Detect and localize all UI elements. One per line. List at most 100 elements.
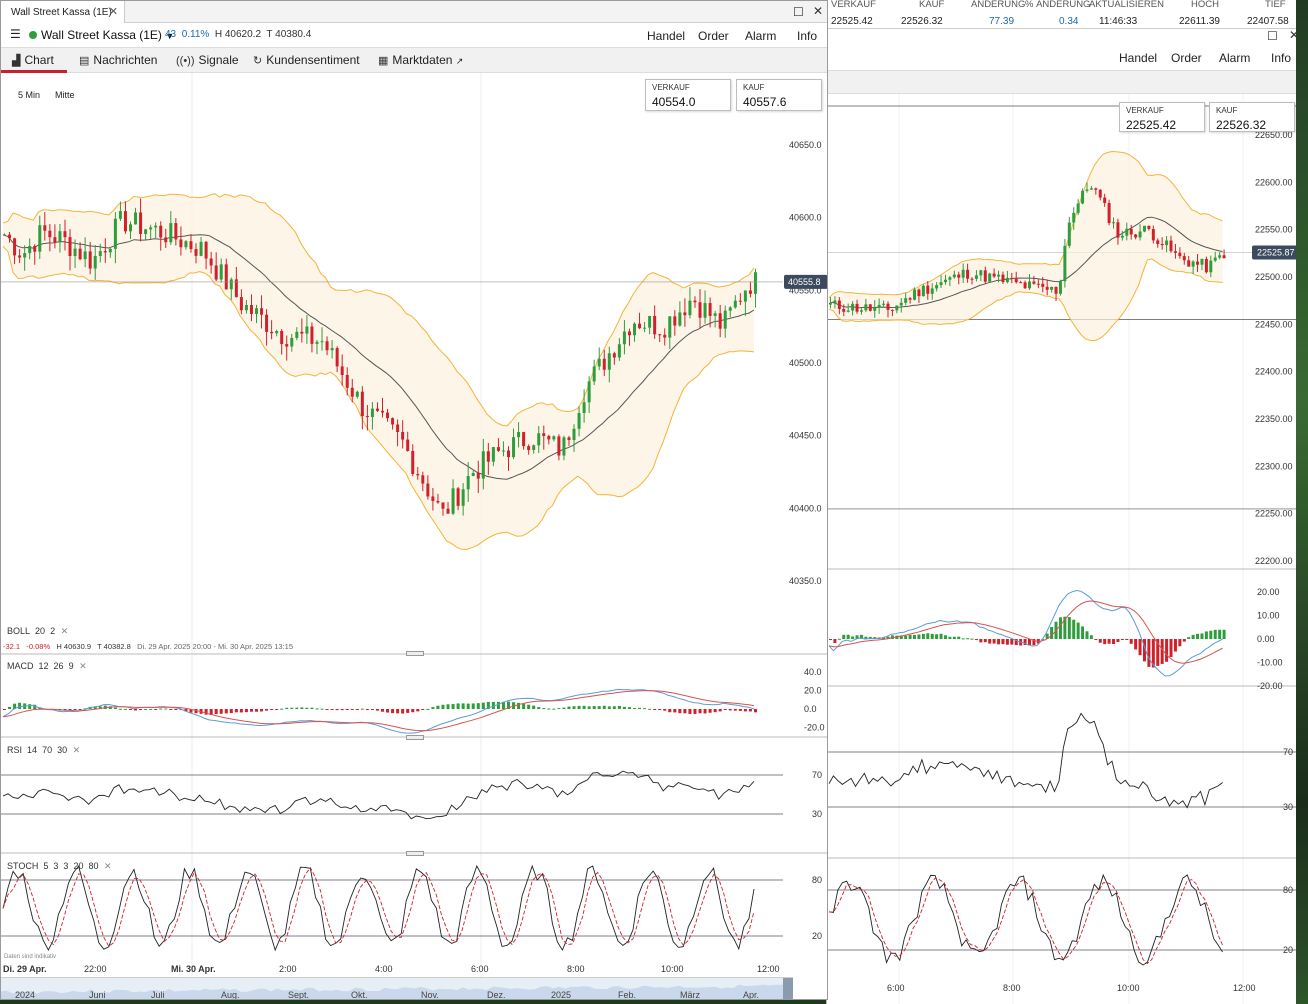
- macd-histogram-bar: [1120, 639, 1124, 640]
- sell-quote[interactable]: VERKAUF 40554.0: [645, 79, 731, 111]
- timeline-scrollbar[interactable]: 2024 Juni Juli Aug. Sept. Okt. Nov. Dez.…: [1, 977, 793, 1000]
- candle-body: [411, 450, 415, 474]
- tab-nachrichten[interactable]: ▤ Nachrichten: [79, 53, 157, 67]
- macd-axis-label: 40.0: [804, 667, 822, 677]
- tab-kundensentiment[interactable]: ↻ Kundensentiment: [253, 53, 360, 67]
- bg-menu-handel[interactable]: Handel: [1119, 51, 1157, 65]
- candle-body: [723, 310, 727, 329]
- bg-sell-value: 22525.42: [1126, 118, 1177, 132]
- pane-resize-handle[interactable]: [406, 735, 424, 740]
- scroll-label: Aug.: [221, 990, 240, 1000]
- candle-body: [974, 275, 978, 279]
- candle-body: [13, 238, 17, 256]
- rsi-name: RSI: [7, 745, 23, 755]
- candle-body: [1001, 274, 1005, 283]
- candle-body: [895, 305, 899, 311]
- close-icon[interactable]: ✕: [104, 861, 112, 871]
- candle-body: [63, 231, 67, 238]
- pane-resize-handle[interactable]: [406, 851, 424, 856]
- candle-body: [1182, 256, 1186, 261]
- tab-signale[interactable]: ((•)) Signale: [176, 53, 239, 67]
- close-icon[interactable]: ✕: [79, 661, 87, 671]
- candle-body: [491, 447, 495, 462]
- candle-body: [917, 289, 921, 297]
- macd-histogram-bar: [265, 709, 269, 711]
- change-value: 43: [165, 29, 177, 40]
- candle-body: [451, 488, 455, 514]
- candle-body: [587, 381, 591, 403]
- bg-menu-info[interactable]: Info: [1271, 51, 1291, 65]
- menu-alarm[interactable]: Alarm: [745, 29, 776, 43]
- macd-histogram-bar: [285, 707, 289, 709]
- menu-order[interactable]: Order: [698, 29, 729, 43]
- candle-body: [728, 307, 732, 311]
- macd-histogram-bar: [930, 633, 934, 639]
- macd-histogram-bar: [522, 703, 526, 709]
- candle-body: [159, 225, 163, 238]
- candle-body: [1120, 235, 1124, 238]
- candle-body: [748, 290, 752, 294]
- macd-histogram-bar: [154, 709, 158, 710]
- bg-menu-alarm[interactable]: Alarm: [1219, 51, 1250, 65]
- candle-body: [48, 230, 52, 238]
- candle-body: [23, 253, 27, 258]
- candle-body: [401, 432, 405, 440]
- close-icon[interactable]: ✕: [109, 5, 118, 18]
- interval-selector[interactable]: 5 Min: [18, 90, 40, 100]
- candle-body: [456, 488, 460, 506]
- candle-body: [396, 424, 400, 433]
- title-bar: Wall Street Kassa (1E) ✕ ☐ ✕: [1, 1, 827, 23]
- macd-histogram-bar: [355, 709, 359, 710]
- chart-area[interactable]: 40650.040600.040550.040500.040450.040400…: [1, 73, 828, 977]
- maximize-icon[interactable]: ☐: [1267, 29, 1278, 43]
- macd-histogram-bar: [1085, 631, 1089, 639]
- menu-handel[interactable]: Handel: [647, 29, 685, 43]
- macd-histogram-bar: [997, 639, 1001, 645]
- bg-buy-value: 22526.32: [1216, 118, 1267, 132]
- price-tag: 40555.8: [788, 277, 821, 287]
- maximize-icon[interactable]: ☐: [793, 5, 804, 19]
- candle-body: [325, 341, 329, 351]
- macd-param: 12: [38, 661, 49, 671]
- candle-body: [204, 241, 208, 259]
- macd-histogram-bar: [638, 707, 642, 709]
- macd-histogram-bar: [961, 638, 965, 640]
- candle-body: [416, 473, 420, 476]
- close-icon[interactable]: ✕: [73, 745, 81, 755]
- close-icon[interactable]: ✕: [61, 626, 69, 636]
- scroll-label: 2024: [15, 990, 36, 1000]
- candle-body: [123, 211, 127, 232]
- candle-body: [517, 432, 521, 438]
- candle-body: [1041, 283, 1045, 287]
- tab-chart[interactable]: ▟ Chart: [12, 53, 54, 67]
- buy-quote[interactable]: KAUF 40557.6: [736, 79, 822, 111]
- macd-histogram-bar: [527, 704, 531, 709]
- candle-body: [1191, 261, 1195, 267]
- tab-marktdaten[interactable]: ▦ Marktdaten ↗: [378, 53, 463, 67]
- pane-resize-handle[interactable]: [406, 651, 424, 656]
- candle-body: [113, 218, 117, 249]
- instrument-selector[interactable]: Wall Street Kassa (1E) ▼: [41, 28, 174, 42]
- bg-menu-order[interactable]: Order: [1171, 51, 1202, 65]
- price-type-selector[interactable]: Mitte: [55, 90, 75, 100]
- ticker-header: KAUF: [919, 0, 945, 10]
- macd-axis-label: 20.0: [804, 686, 822, 696]
- menu-info[interactable]: Info: [797, 29, 817, 43]
- candle-body: [948, 277, 952, 280]
- macd-histogram-bar: [658, 709, 662, 711]
- candle-body: [58, 231, 62, 243]
- macd-histogram-bar: [229, 709, 233, 714]
- bg-time-axis-label: 10:00: [1117, 983, 1140, 993]
- hamburger-icon[interactable]: ☰: [10, 27, 21, 41]
- bg-sell-quote[interactable]: VERKAUF 22525.42: [1119, 102, 1205, 132]
- candle-body: [209, 258, 213, 266]
- close-icon[interactable]: ✕: [813, 4, 823, 18]
- window-tab[interactable]: Wall Street Kassa (1E) ✕: [1, 1, 125, 23]
- macd-histogram-bar: [693, 709, 697, 714]
- candle-body: [255, 308, 258, 314]
- macd-histogram-bar: [426, 708, 430, 710]
- macd-histogram-bar: [219, 709, 223, 714]
- bg-buy-quote[interactable]: KAUF 22526.32: [1209, 102, 1295, 132]
- candle-body: [552, 436, 556, 440]
- bg-chart-area[interactable]: 22650.0022600.0022550.0022500.0022450.00…: [827, 94, 1308, 1004]
